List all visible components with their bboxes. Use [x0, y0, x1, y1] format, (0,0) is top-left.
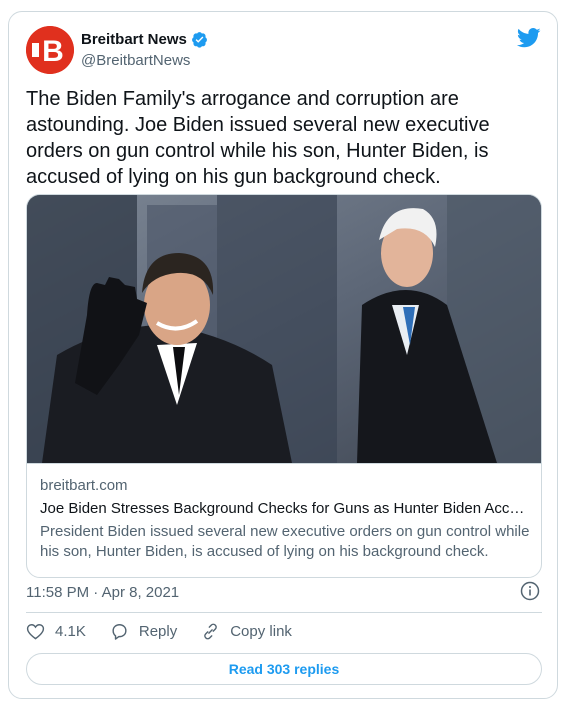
info-icon[interactable] — [520, 581, 540, 601]
like-count: 4.1K — [55, 623, 86, 640]
link-domain: breitbart.com — [40, 477, 128, 494]
like-button[interactable]: 4.1K — [26, 622, 86, 641]
tweet-timestamp[interactable]: 11:58 PM · Apr 8, 2021 — [26, 584, 179, 601]
action-bar: 4.1K Reply Copy link — [26, 622, 316, 641]
twitter-bird-icon[interactable] — [517, 28, 541, 48]
verified-badge-icon — [191, 32, 207, 48]
copy-link-label: Copy link — [230, 623, 292, 640]
reply-label: Reply — [138, 623, 178, 640]
display-name[interactable]: Breitbart News — [81, 31, 187, 48]
divider — [26, 612, 542, 613]
avatar-letter: B — [42, 35, 64, 68]
heart-icon — [26, 624, 45, 640]
avatar[interactable]: B — [26, 26, 74, 74]
breitbart-logo-icon: B — [26, 26, 74, 74]
link-preview-card[interactable]: breitbart.com Joe Biden Stresses Backgro… — [26, 194, 542, 578]
reply-button[interactable]: Reply — [110, 622, 177, 641]
author-name-row[interactable]: Breitbart News — [81, 31, 208, 48]
read-replies-button[interactable]: Read 303 replies — [26, 653, 542, 685]
link-icon — [204, 623, 218, 640]
copy-link-button[interactable]: Copy link — [201, 622, 292, 641]
author-handle[interactable]: @BreitbartNews — [81, 52, 190, 69]
link-description: President Biden issued several new execu… — [40, 523, 530, 560]
link-title[interactable]: Joe Biden Stresses Background Checks for… — [40, 500, 532, 517]
reply-icon — [112, 624, 127, 640]
article-photo — [27, 195, 541, 463]
link-card-body[interactable]: breitbart.com Joe Biden Stresses Backgro… — [27, 463, 541, 577]
tweet-text: The Biden Family's arrogance and corrupt… — [26, 88, 490, 188]
article-photo-image — [27, 195, 541, 463]
tweet-card: B Breitbart News @BreitbartNews The Bide… — [8, 11, 558, 699]
